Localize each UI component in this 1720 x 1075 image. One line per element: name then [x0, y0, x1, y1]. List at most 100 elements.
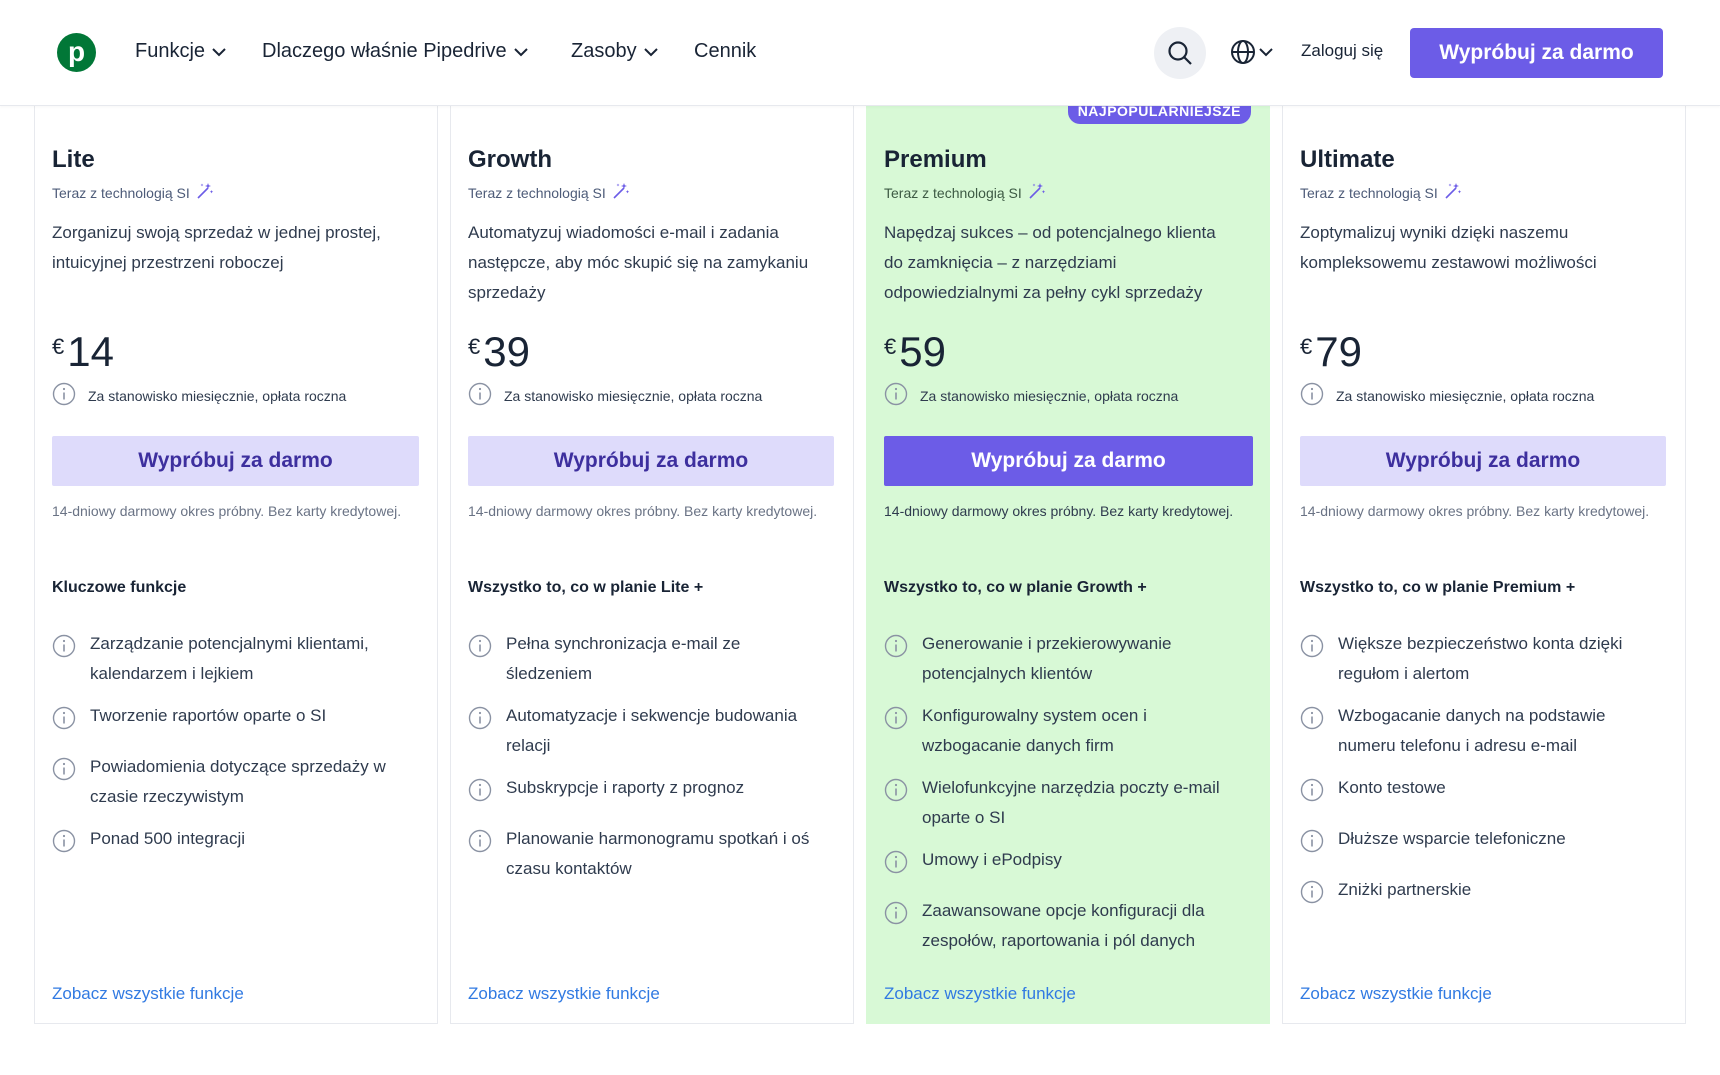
currency-symbol: €	[884, 334, 897, 359]
trial-note: 14-dniowy darmowy okres próbny. Bez kart…	[1300, 503, 1650, 519]
feature-list: Większe bezpieczeństwo konta dzięki regu…	[1300, 629, 1660, 926]
nav-zasoby-label: Zasoby	[571, 40, 637, 62]
search-icon	[1168, 41, 1192, 65]
billing-note: Za stanowisko miesięcznie, opłata roczna	[468, 382, 762, 409]
feature-item: Automatyzacje i sekwencje budowania rela…	[468, 701, 828, 761]
currency-symbol: €	[1300, 334, 1313, 359]
see-all-features-link[interactable]: Zobacz wszystkie funkcje	[468, 984, 660, 1004]
ai-tag-label: Teraz z technologią SI	[1300, 184, 1438, 201]
nav-cennik[interactable]: Cennik	[694, 40, 756, 63]
header-try-free-button[interactable]: Wypróbuj za darmo	[1410, 28, 1663, 78]
info-icon[interactable]	[884, 634, 908, 668]
magic-wand-icon	[1444, 182, 1462, 203]
info-icon[interactable]	[884, 778, 908, 812]
info-icon[interactable]	[468, 829, 492, 863]
price-amount: 79	[1315, 328, 1362, 375]
nav-cennik-label: Cennik	[694, 40, 757, 62]
billing-note: Za stanowisko miesięcznie, opłata roczna	[1300, 382, 1594, 409]
info-icon[interactable]	[884, 901, 908, 935]
info-icon[interactable]	[1300, 706, 1324, 740]
pipedrive-logo[interactable]: p	[57, 33, 96, 72]
feature-label: Subskrypcje i raporty z prognoz	[506, 778, 745, 797]
plan-description: Automatyzuj wiadomości e-mail i zadania …	[468, 223, 809, 302]
nav-dlaczego-label: Dlaczego właśnie Pipedrive	[262, 40, 507, 62]
nav-zasoby[interactable]: Zasoby	[571, 40, 659, 63]
info-icon[interactable]	[1300, 634, 1324, 668]
feature-list: Generowanie i przekierowywanie potencjal…	[884, 629, 1244, 968]
billing-note: Za stanowisko miesięcznie, opłata roczna	[884, 382, 1178, 409]
feature-label: Konto testowe	[1338, 778, 1446, 797]
info-icon[interactable]	[468, 382, 492, 409]
plan-card-premium: NAJPOPULARNIEJSZE Premium Teraz z techno…	[866, 96, 1270, 1024]
try-free-button-lite[interactable]: Wypróbuj za darmo	[52, 436, 419, 486]
see-all-features-link[interactable]: Zobacz wszystkie funkcje	[52, 984, 244, 1004]
plan-name: Premium	[884, 146, 987, 173]
info-icon[interactable]	[468, 634, 492, 668]
features-heading: Wszystko to, co w planie Premium +	[1300, 579, 1576, 596]
info-icon[interactable]	[52, 382, 76, 409]
feature-item: Zarządzanie potencjalnymi klientami, kal…	[52, 629, 412, 689]
info-icon[interactable]	[468, 706, 492, 740]
billing-label: Za stanowisko miesięcznie, opłata roczna	[920, 387, 1179, 404]
info-icon[interactable]	[52, 829, 76, 863]
trial-note: 14-dniowy darmowy okres próbny. Bez kart…	[468, 503, 818, 519]
features-heading: Kluczowe funkcje	[52, 579, 187, 596]
feature-label: Zarządzanie potencjalnymi klientami, kal…	[90, 634, 369, 683]
feature-label: Konfigurowalny system ocen i wzbogacanie…	[922, 706, 1147, 755]
see-all-features-link[interactable]: Zobacz wszystkie funkcje	[1300, 984, 1492, 1004]
nav-funkcje-label: Funkcje	[135, 40, 206, 62]
nav-funkcje[interactable]: Funkcje	[135, 40, 227, 63]
plan-name: Lite	[52, 146, 95, 173]
info-icon[interactable]	[1300, 382, 1324, 409]
info-icon[interactable]	[52, 634, 76, 668]
feature-label: Pełna synchronizacja e-mail ze śledzenie…	[506, 634, 741, 683]
info-icon[interactable]	[884, 706, 908, 740]
ai-tag: Teraz z technologią SI	[1300, 182, 1462, 203]
plan-description: Napędzaj sukces – od potencjalnego klien…	[884, 223, 1216, 302]
feature-label: Umowy i ePodpisy	[922, 850, 1062, 869]
info-icon[interactable]	[52, 706, 76, 740]
feature-label: Wielofunkcyjne narzędzia poczty e-mail o…	[922, 778, 1220, 827]
magic-wand-icon	[1028, 182, 1046, 203]
plan-card-lite: Lite Teraz z technologią SI Zorganizuj s…	[34, 106, 438, 1024]
feature-item: Ponad 500 integracji	[52, 824, 412, 863]
ai-tag-label: Teraz z technologią SI	[468, 184, 606, 201]
plan-name: Growth	[468, 146, 552, 173]
language-selector[interactable]	[1230, 39, 1274, 65]
feature-item: Subskrypcje i raporty z prognoz	[468, 773, 828, 812]
nav-dlaczego[interactable]: Dlaczego właśnie Pipedrive	[262, 40, 529, 63]
try-free-button-ultimate[interactable]: Wypróbuj za darmo	[1300, 436, 1666, 486]
feature-item: Planowanie harmonogramu spotkań i oś cza…	[468, 824, 828, 884]
ai-tag-label: Teraz z technologią SI	[884, 184, 1022, 201]
feature-label: Wzbogacanie danych na podstawie numeru t…	[1338, 706, 1606, 755]
plan-name: Ultimate	[1300, 146, 1395, 173]
trial-note: 14-dniowy darmowy okres próbny. Bez kart…	[52, 503, 402, 519]
info-icon[interactable]	[1300, 880, 1324, 914]
currency-symbol: €	[52, 334, 65, 359]
try-free-button-growth[interactable]: Wypróbuj za darmo	[468, 436, 834, 486]
see-all-features-link[interactable]: Zobacz wszystkie funkcje	[884, 984, 1076, 1004]
billing-label: Za stanowisko miesięcznie, opłata roczna	[504, 387, 763, 404]
info-icon[interactable]	[468, 778, 492, 812]
plan-price: € 14	[52, 328, 114, 376]
plan-description: Zoptymalizuj wyniki dzięki naszemu kompl…	[1300, 223, 1597, 272]
search-button[interactable]	[1154, 27, 1206, 79]
feature-label: Tworzenie raportów oparte o SI	[90, 706, 327, 725]
info-icon[interactable]	[884, 850, 908, 884]
info-icon[interactable]	[1300, 778, 1324, 812]
info-icon[interactable]	[52, 757, 76, 791]
features-heading: Wszystko to, co w planie Growth +	[884, 579, 1147, 596]
feature-item: Konfigurowalny system ocen i wzbogacanie…	[884, 701, 1244, 761]
feature-label: Automatyzacje i sekwencje budowania rela…	[506, 706, 798, 755]
try-free-button-premium[interactable]: Wypróbuj za darmo	[884, 436, 1253, 486]
feature-item: Zniżki partnerskie	[1300, 875, 1660, 914]
info-icon[interactable]	[1300, 829, 1324, 863]
features-heading: Wszystko to, co w planie Lite +	[468, 579, 704, 596]
login-link[interactable]: Zaloguj się	[1301, 41, 1383, 61]
billing-note: Za stanowisko miesięcznie, opłata roczna	[52, 382, 346, 409]
trial-note: 14-dniowy darmowy okres próbny. Bez kart…	[884, 503, 1234, 519]
info-icon[interactable]	[884, 382, 908, 409]
globe-icon	[1231, 40, 1255, 64]
ai-tag: Teraz z technologią SI	[468, 182, 630, 203]
chevron-down-icon	[1259, 48, 1273, 57]
